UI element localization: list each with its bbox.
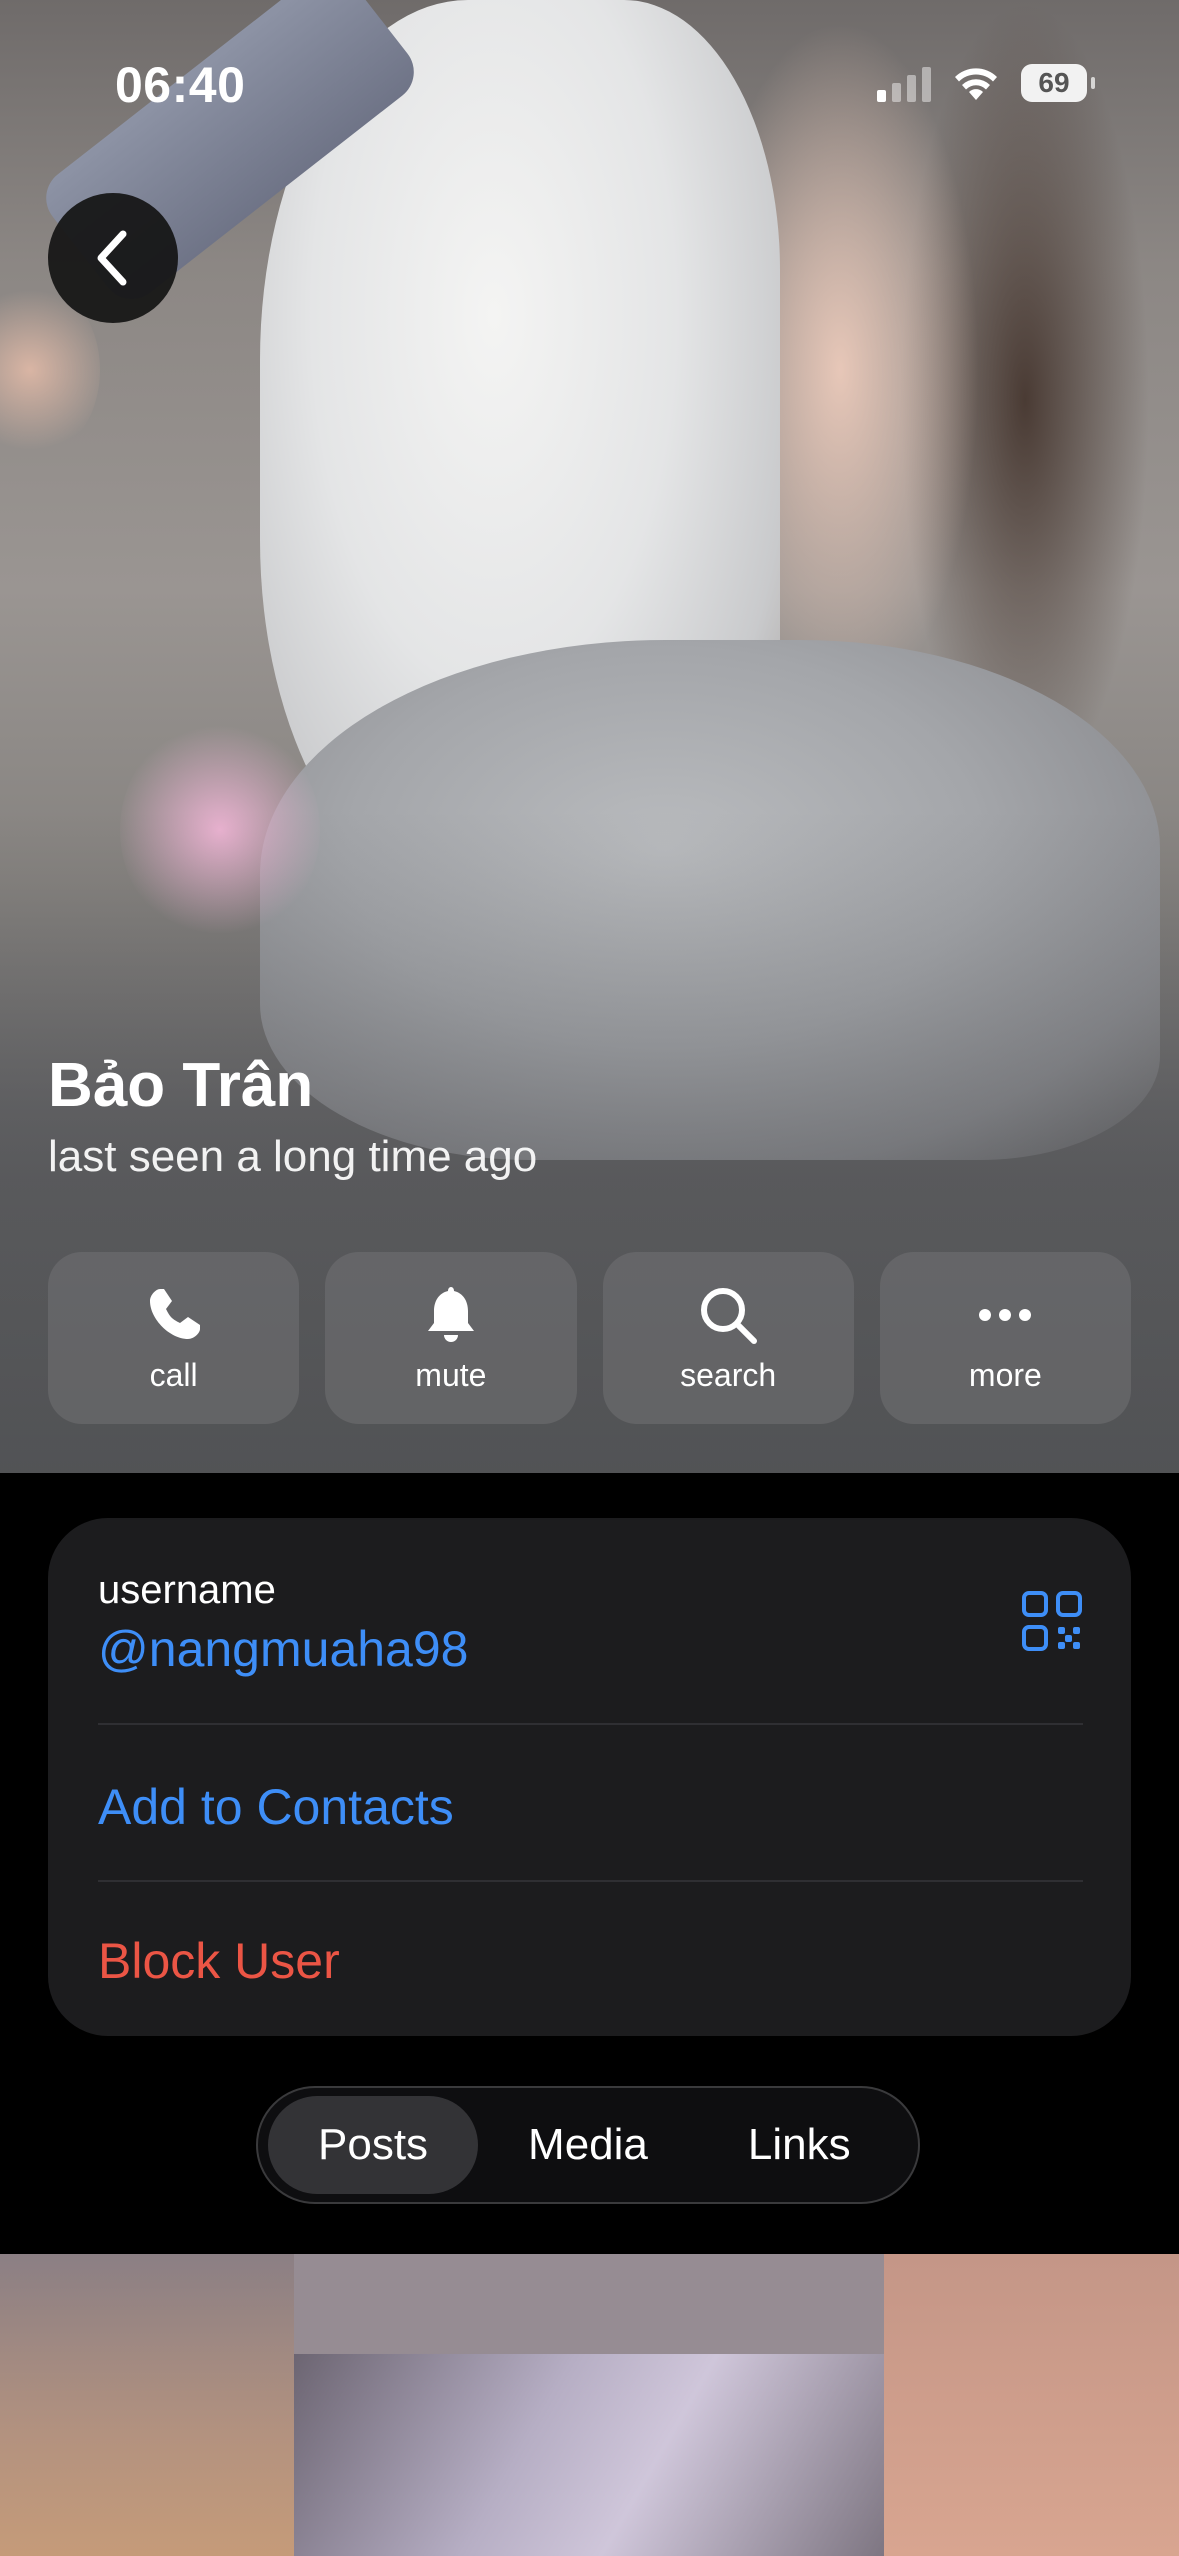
- profile-name: Bảo Trân: [48, 1051, 314, 1120]
- back-button[interactable]: [48, 193, 178, 323]
- media-thumbnail[interactable]: [294, 2254, 884, 2556]
- block-user-button[interactable]: Block User: [98, 1932, 340, 1990]
- battery-icon: 69: [1021, 64, 1095, 102]
- mute-label: mute: [415, 1356, 487, 1393]
- phone-icon: [149, 1288, 200, 1339]
- tab-links[interactable]: Links: [698, 2096, 901, 2194]
- photo-region: [294, 2254, 884, 2354]
- media-thumbnail[interactable]: [884, 2254, 1179, 2556]
- status-icons: 69: [877, 64, 1095, 102]
- search-label: search: [680, 1356, 777, 1393]
- info-card: username @nangmuaha98 Add to Contacts Bl…: [48, 1518, 1131, 2036]
- tab-media[interactable]: Media: [478, 2096, 698, 2194]
- qr-code-icon[interactable]: [1021, 1590, 1083, 1652]
- status-time: 06:40: [115, 57, 246, 113]
- bell-icon: [427, 1286, 474, 1342]
- divider: [98, 1880, 1083, 1882]
- wifi-icon: [955, 68, 997, 100]
- username-value[interactable]: @nangmuaha98: [98, 1620, 468, 1678]
- chevron-left-icon: [97, 230, 127, 286]
- action-buttons: call mute search more: [48, 1252, 1131, 1424]
- add-to-contacts-button[interactable]: Add to Contacts: [98, 1778, 454, 1836]
- last-seen-status: last seen a long time ago: [48, 1132, 538, 1181]
- profile-header-photo[interactable]: 06:40 69 Bảo Trân last seen a long time …: [0, 0, 1179, 1473]
- signal-icon: [877, 64, 931, 102]
- media-grid: [0, 2254, 1179, 2556]
- more-icon: [979, 1308, 1032, 1321]
- username-label: username: [98, 1568, 276, 1612]
- photo-region: [294, 2354, 884, 2556]
- more-button[interactable]: more: [879, 1252, 1131, 1424]
- content-tabs: Posts Media Links: [256, 2086, 920, 2204]
- call-label: call: [149, 1356, 198, 1393]
- mute-button[interactable]: mute: [325, 1252, 577, 1424]
- username-row[interactable]: username @nangmuaha98: [98, 1518, 1131, 1723]
- tab-posts[interactable]: Posts: [268, 2096, 479, 2194]
- call-button[interactable]: call: [48, 1252, 300, 1424]
- search-button[interactable]: search: [602, 1252, 854, 1424]
- search-icon: [701, 1287, 758, 1344]
- media-thumbnail[interactable]: [0, 2254, 294, 2556]
- divider: [98, 1723, 1083, 1725]
- more-label: more: [968, 1356, 1042, 1393]
